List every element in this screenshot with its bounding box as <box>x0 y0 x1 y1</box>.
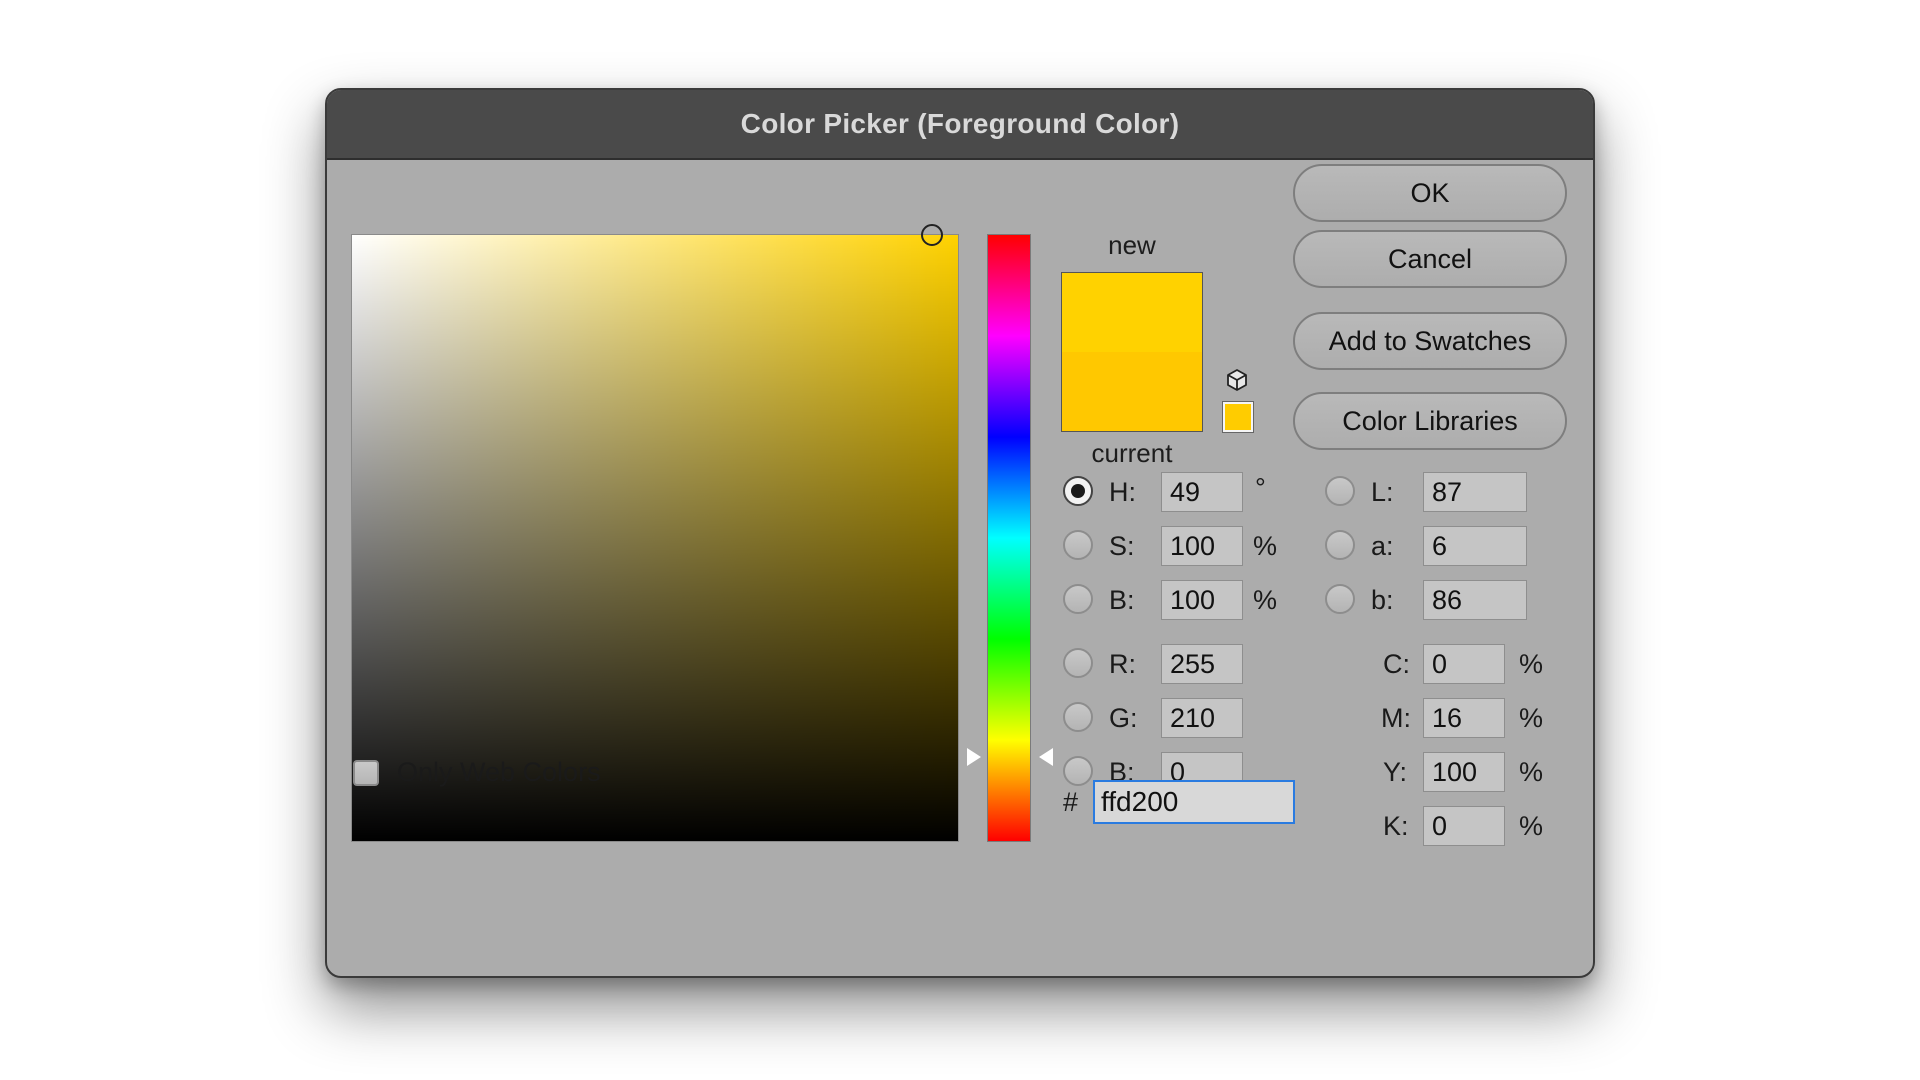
color-libraries-button[interactable]: Color Libraries <box>1293 392 1567 450</box>
hue-slider-left-arrow-icon[interactable] <box>967 748 981 766</box>
black-unit: % <box>1519 811 1544 841</box>
cancel-button[interactable]: Cancel <box>1293 230 1567 288</box>
only-web-colors-label: Only Web Colors <box>397 757 601 787</box>
cube-icon[interactable] <box>1225 368 1249 392</box>
color-swatch <box>1061 272 1203 432</box>
black-label: K: <box>1383 811 1409 841</box>
only-web-colors-checkbox[interactable] <box>353 760 379 786</box>
magenta-unit: % <box>1519 703 1544 733</box>
lab-b-radio[interactable] <box>1325 584 1355 614</box>
green-radio[interactable] <box>1063 702 1093 732</box>
saturation-input[interactable]: 100 <box>1161 526 1243 566</box>
saturation-radio[interactable] <box>1063 530 1093 560</box>
lab-l-radio[interactable] <box>1325 476 1355 506</box>
yellow-label: Y: <box>1383 757 1408 787</box>
lab-a-input[interactable]: 6 <box>1423 526 1527 566</box>
brightness-unit: % <box>1253 585 1278 615</box>
color-picker-dialog: Color Picker (Foreground Color) Only Web… <box>325 88 1595 978</box>
color-field-cursor[interactable] <box>921 224 943 246</box>
magenta-input[interactable]: 16 <box>1423 698 1505 738</box>
new-color-label: new <box>1108 230 1156 260</box>
color-field[interactable] <box>351 234 959 842</box>
black-input[interactable]: 0 <box>1423 806 1505 846</box>
hue-label: H: <box>1109 477 1136 507</box>
hue-input[interactable]: 49 <box>1161 472 1243 512</box>
green-label: G: <box>1109 703 1138 733</box>
hue-unit: ° <box>1255 473 1266 503</box>
lab-l-label: L: <box>1371 477 1394 507</box>
yellow-input[interactable]: 100 <box>1423 752 1505 792</box>
lab-l-input[interactable]: 87 <box>1423 472 1527 512</box>
lab-a-radio[interactable] <box>1325 530 1355 560</box>
dialog-title: Color Picker (Foreground Color) <box>740 108 1180 139</box>
green-input[interactable]: 210 <box>1161 698 1243 738</box>
red-input[interactable]: 255 <box>1161 644 1243 684</box>
cyan-input[interactable]: 0 <box>1423 644 1505 684</box>
ok-button[interactable]: OK <box>1293 164 1567 222</box>
lab-b-label: b: <box>1371 585 1394 615</box>
new-color-swatch <box>1062 273 1202 352</box>
lab-b-input[interactable]: 86 <box>1423 580 1527 620</box>
hue-radio[interactable] <box>1063 476 1093 506</box>
brightness-radio[interactable] <box>1063 584 1093 614</box>
lab-a-label: a: <box>1371 531 1394 561</box>
yellow-unit: % <box>1519 757 1544 787</box>
saturation-unit: % <box>1253 531 1278 561</box>
brightness-label: B: <box>1109 585 1135 615</box>
current-color-swatch[interactable] <box>1062 352 1202 431</box>
cyan-unit: % <box>1519 649 1544 679</box>
hex-prefix: # <box>1063 787 1079 817</box>
hex-input[interactable]: ffd200 <box>1093 780 1295 824</box>
current-color-label: current <box>1091 438 1173 468</box>
saturation-label: S: <box>1109 531 1135 561</box>
magenta-label: M: <box>1381 703 1411 733</box>
add-to-swatches-button[interactable]: Add to Swatches <box>1293 312 1567 370</box>
web-safe-color-chip[interactable] <box>1222 401 1254 433</box>
red-label: R: <box>1109 649 1136 679</box>
title-bar[interactable]: Color Picker (Foreground Color) <box>327 90 1593 160</box>
red-radio[interactable] <box>1063 648 1093 678</box>
cyan-label: C: <box>1383 649 1410 679</box>
hue-slider-right-arrow-icon[interactable] <box>1039 748 1053 766</box>
hue-slider[interactable] <box>987 234 1031 842</box>
brightness-input[interactable]: 100 <box>1161 580 1243 620</box>
